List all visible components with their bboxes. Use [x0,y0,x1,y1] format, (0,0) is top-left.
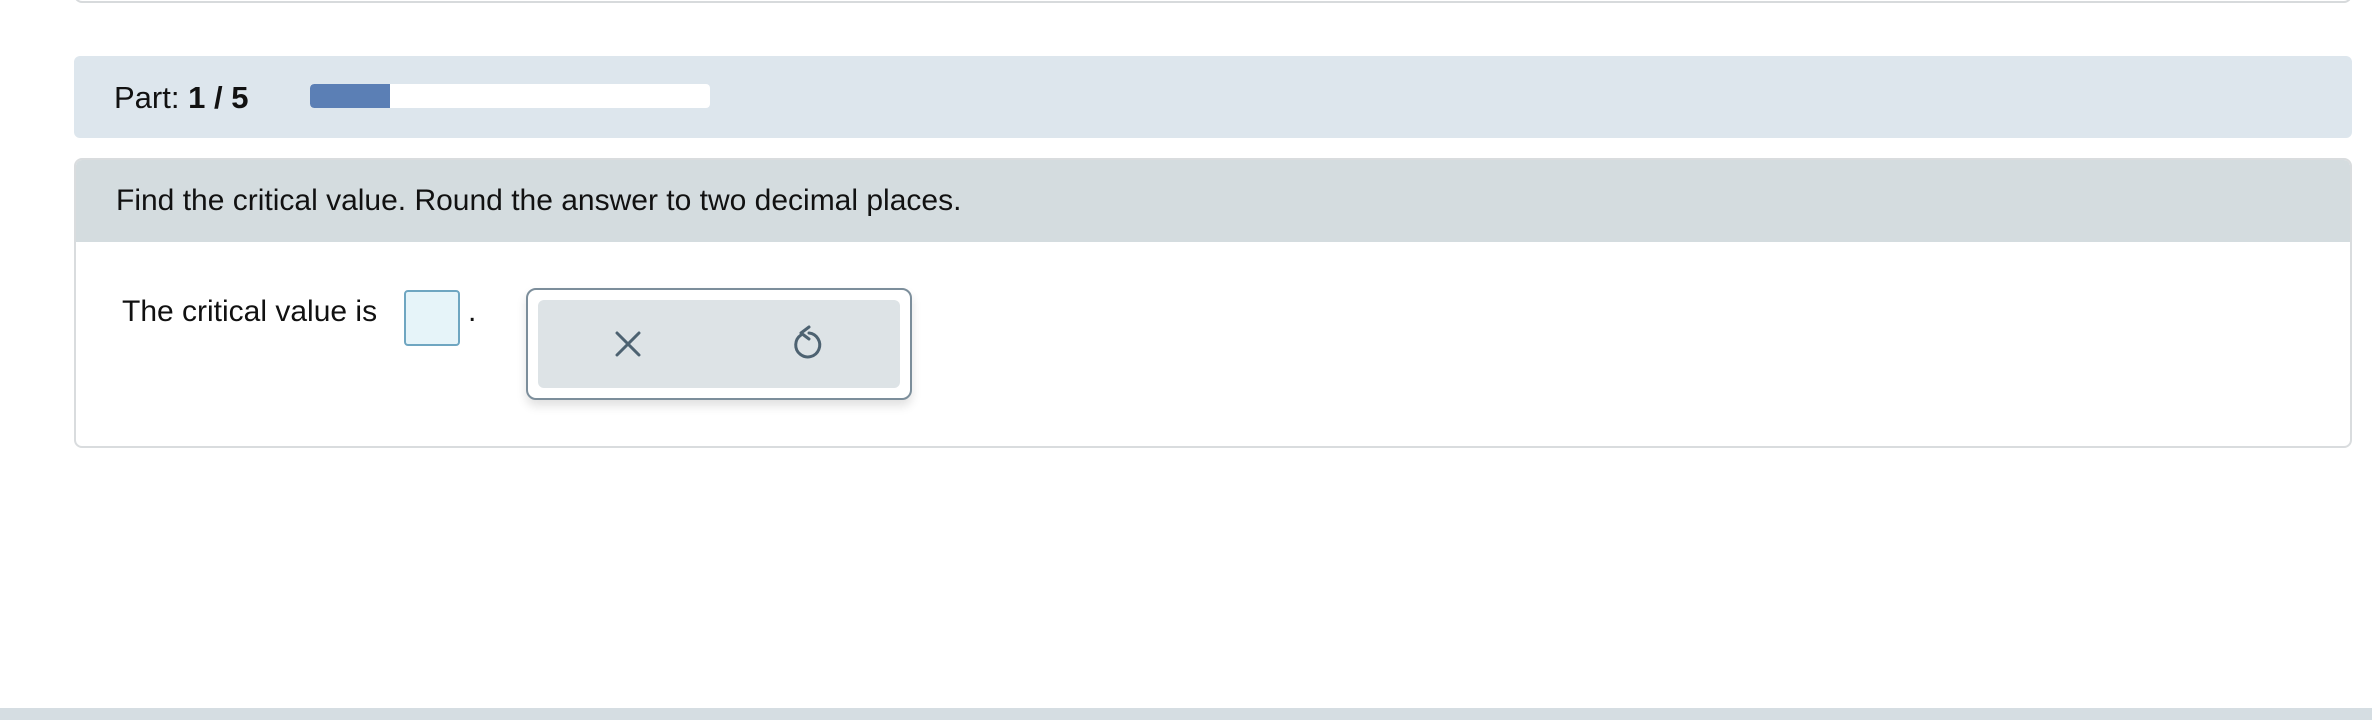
part-label: Part: 1 / 5 [114,80,248,116]
answer-tools-popup [526,288,912,400]
question-instruction: Find the critical value. Round the answe… [116,184,962,217]
answer-input[interactable] [404,290,460,346]
part-label-text: Part: [114,80,180,115]
part-progress-bar: Part: 1 / 5 [74,56,2352,138]
clear-button[interactable] [600,320,656,368]
part-separator: / [213,80,223,115]
progress-track [310,84,710,108]
part-current: 1 [188,80,206,115]
close-icon [615,331,641,357]
bottom-strip [0,708,2372,720]
answer-tools-panel [538,300,900,388]
undo-button[interactable] [780,320,836,368]
answer-period: . [468,295,477,328]
question-header: Find the critical value. Round the answe… [76,160,2350,242]
undo-icon [794,325,822,359]
part-total: 5 [231,80,249,115]
progress-fill [310,84,390,108]
answer-prompt: The critical value is [122,295,378,328]
question-card: Find the critical value. Round the answe… [74,158,2352,448]
previous-card-edge [74,0,2352,3]
